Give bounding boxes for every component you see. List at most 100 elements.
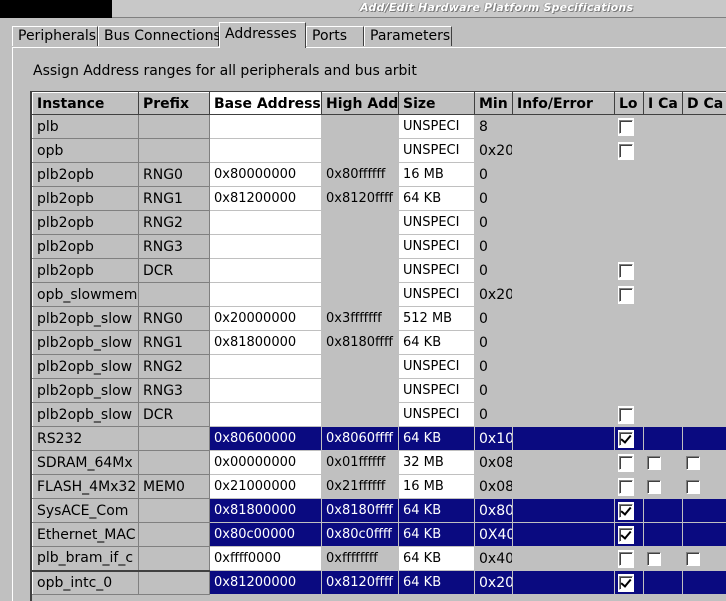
lock-checkbox[interactable] [619, 479, 633, 494]
cell-base-address[interactable]: 0x00000000 [209, 450, 322, 475]
cell-base-address[interactable]: 0x21000000 [209, 474, 322, 499]
lock-checkbox[interactable] [619, 551, 633, 566]
cell-base-address[interactable]: 0x81200000 [209, 570, 322, 595]
cell-size[interactable]: 64 KB [398, 426, 475, 451]
table-row[interactable]: SysACE_Com 0x81800000 0x8180ffff 64 KB 0x80 [32, 498, 726, 523]
cell-size[interactable]: 64 KB [398, 546, 475, 571]
cell-size[interactable]: UNSPECI [398, 114, 475, 139]
cell-instance[interactable]: FLASH_4Mx32 [32, 474, 139, 499]
cell-base-address[interactable] [209, 114, 322, 139]
cell-instance[interactable]: opb_slowmem [32, 282, 139, 307]
cell-size[interactable]: UNSPECI [398, 138, 475, 163]
cell-instance[interactable]: plb2opb_slow [32, 306, 139, 331]
cell-size[interactable]: UNSPECI [398, 282, 475, 307]
tab-peripherals[interactable]: Peripherals [12, 26, 98, 46]
cell-instance[interactable]: plb2opb [32, 234, 139, 259]
cell-base-address[interactable]: 0x80c00000 [209, 522, 322, 547]
col-header-prefix[interactable]: Prefix [138, 92, 210, 115]
cell-size[interactable]: 16 MB [398, 474, 475, 499]
col-header-lock[interactable]: Lo [614, 92, 644, 115]
cell-size[interactable]: 64 KB [398, 570, 475, 595]
dcache-checkbox[interactable] [686, 479, 700, 494]
cell-instance[interactable]: SysACE_Com [32, 498, 139, 523]
lock-checkbox[interactable] [619, 287, 633, 302]
cell-size[interactable]: UNSPECI [398, 354, 475, 379]
cell-size[interactable]: 64 KB [398, 330, 475, 355]
cell-size[interactable]: 512 MB [398, 306, 475, 331]
col-header-base-address[interactable]: Base Address [209, 92, 322, 115]
lock-checkbox[interactable] [619, 407, 633, 422]
cell-size[interactable]: UNSPECI [398, 234, 475, 259]
icache-checkbox[interactable] [647, 551, 661, 566]
table-row[interactable]: opb_intc_0 0x81200000 0x8120ffff 64 KB 0x20 [32, 569, 726, 595]
cell-size[interactable]: 64 KB [398, 498, 475, 523]
cell-instance[interactable]: SDRAM_64Mx [32, 450, 139, 475]
cell-instance[interactable]: plb2opb_slow [32, 330, 139, 355]
tab-addresses[interactable]: Addresses [219, 22, 306, 48]
cell-instance[interactable]: RS232 [32, 426, 139, 451]
col-header-min[interactable]: Min [474, 92, 513, 115]
cell-instance[interactable]: plb [32, 114, 139, 139]
lock-checkbox[interactable] [619, 143, 633, 158]
table-row[interactable]: plb2opb RNG2 UNSPECI 0 [32, 210, 726, 235]
lock-checkbox[interactable] [619, 455, 633, 470]
table-row[interactable]: plb2opb RNG1 0x81200000 0x8120ffff 64 KB 0 [32, 186, 726, 211]
table-row[interactable]: plb2opb_slow RNG0 0x20000000 0x3fffffff 512 … [32, 306, 726, 331]
col-header-instance[interactable]: Instance [32, 92, 139, 115]
cell-base-address[interactable]: 0x20000000 [209, 306, 322, 331]
table-row[interactable]: opb UNSPECI 0x20 [32, 138, 726, 163]
cell-base-address[interactable] [209, 138, 322, 163]
table-row[interactable]: SDRAM_64Mx 0x00000000 0x01ffffff 32 MB 0x08 [32, 450, 726, 475]
col-header-size[interactable]: Size [398, 92, 475, 115]
col-header-high-address[interactable]: High Addr [321, 92, 399, 115]
cell-size[interactable]: UNSPECI [398, 210, 475, 235]
table-row[interactable]: plb2opb_slow RNG1 0x81800000 0x8180ffff 64 K… [32, 330, 726, 355]
cell-instance[interactable]: opb [32, 138, 139, 163]
table-row[interactable]: FLASH_4Mx32 MEM0 0x21000000 0x21ffffff 16 MB… [32, 474, 726, 499]
table-row[interactable]: Ethernet_MAC 0x80c00000 0x80c0ffff 64 KB 0X4… [32, 522, 726, 547]
tab-ports[interactable]: Ports [306, 26, 364, 46]
tab-parameters[interactable]: Parameters [364, 26, 452, 46]
cell-instance[interactable]: plb2opb [32, 186, 139, 211]
col-header-info-error[interactable]: Info/Error [512, 92, 615, 115]
cell-instance[interactable]: opb_intc_0 [32, 569, 139, 595]
cell-base-address[interactable] [209, 282, 322, 307]
cell-base-address[interactable]: 0x80000000 [209, 162, 322, 187]
lock-checkbox[interactable] [619, 575, 633, 590]
cell-base-address[interactable]: 0x80600000 [209, 426, 322, 451]
cell-instance[interactable]: plb2opb_slow [32, 354, 139, 379]
table-row[interactable]: RS232 0x80600000 0x8060ffff 64 KB 0x10 [32, 426, 726, 451]
table-row[interactable]: plb_bram_if_c 0xffff0000 0xffffffff 64 KB 0x… [32, 546, 726, 571]
cell-instance[interactable]: plb2opb_slow [32, 378, 139, 403]
window-titlebar[interactable]: Add/Edit Hardware Platform Specification… [0, 0, 726, 18]
cell-base-address[interactable]: 0xffff0000 [209, 546, 322, 571]
cell-base-address[interactable] [209, 378, 322, 403]
icache-checkbox[interactable] [647, 455, 661, 470]
lock-checkbox[interactable] [619, 119, 633, 134]
lock-checkbox[interactable] [619, 527, 633, 542]
tab-bus-connections[interactable]: Bus Connections [98, 26, 221, 46]
lock-checkbox[interactable] [619, 431, 633, 446]
col-header-dcache[interactable]: D Ca [682, 92, 726, 115]
cell-base-address[interactable] [209, 402, 322, 427]
lock-checkbox[interactable] [619, 263, 633, 278]
cell-base-address[interactable]: 0x81800000 [209, 498, 322, 523]
cell-size[interactable]: 16 MB [398, 162, 475, 187]
cell-instance[interactable]: plb2opb [32, 162, 139, 187]
cell-instance[interactable]: plb2opb_slow [32, 402, 139, 427]
table-row[interactable]: plb2opb_slow RNG3 UNSPECI 0 [32, 378, 726, 403]
dcache-checkbox[interactable] [686, 551, 700, 566]
cell-instance[interactable]: Ethernet_MAC [32, 522, 139, 547]
cell-base-address[interactable]: 0x81200000 [209, 186, 322, 211]
cell-size[interactable]: 64 KB [398, 522, 475, 547]
table-row[interactable]: opb_slowmem UNSPECI 0x20 [32, 282, 726, 307]
cell-size[interactable]: UNSPECI [398, 402, 475, 427]
col-header-icache[interactable]: I Ca [643, 92, 683, 115]
table-row[interactable]: plb2opb_slow DCR UNSPECI 0 [32, 402, 726, 427]
cell-size[interactable]: 64 KB [398, 186, 475, 211]
cell-base-address[interactable] [209, 210, 322, 235]
cell-instance[interactable]: plb2opb [32, 258, 139, 283]
table-row[interactable]: plb2opb_slow RNG2 UNSPECI 0 [32, 354, 726, 379]
lock-checkbox[interactable] [619, 503, 633, 518]
icache-checkbox[interactable] [647, 479, 661, 494]
